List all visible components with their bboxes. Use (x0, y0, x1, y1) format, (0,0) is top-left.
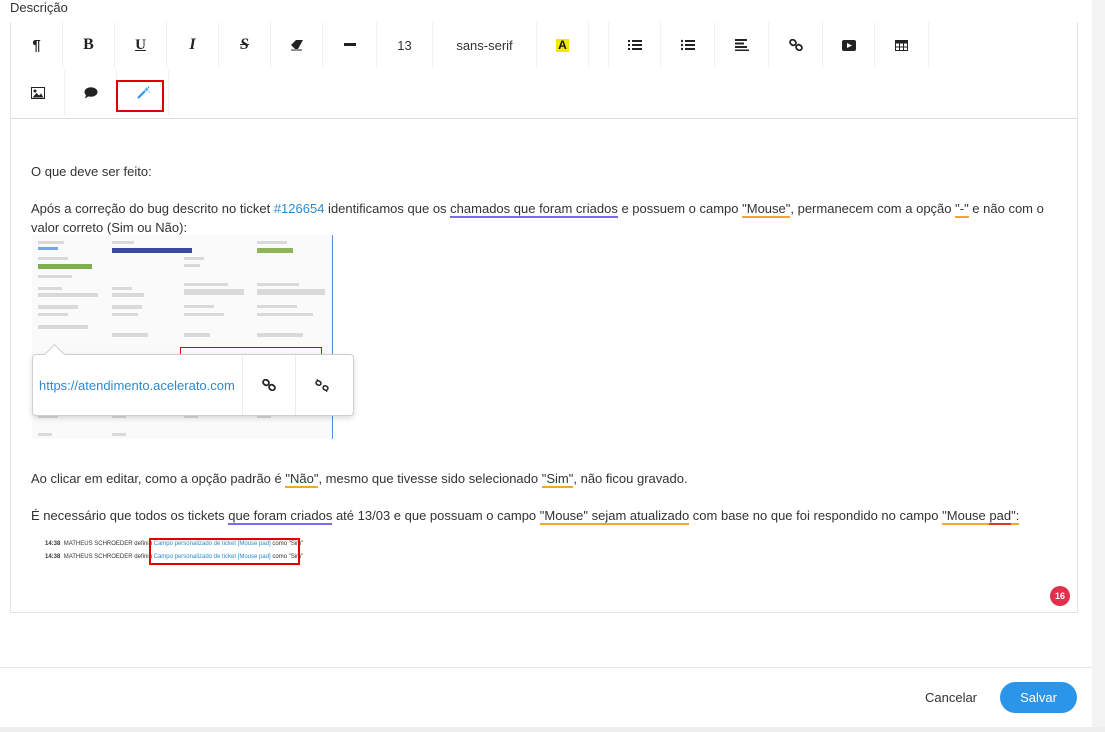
popover-edit-link-button[interactable] (242, 355, 295, 415)
strikethrough-button[interactable]: S (219, 22, 271, 68)
paragraph-1: O que deve ser feito: (31, 164, 152, 179)
table-icon (895, 39, 908, 51)
video-button[interactable] (823, 22, 875, 68)
paragraph-icon: ¶ (32, 36, 41, 54)
ticket-link[interactable]: #126654 (274, 201, 325, 216)
bold-button[interactable]: B (63, 22, 115, 68)
link-button[interactable] (769, 22, 823, 68)
italic-button[interactable]: I (167, 22, 219, 68)
cancel-button[interactable]: Cancelar (915, 682, 987, 712)
link-popover: https://atendimento.acelerato.com (32, 354, 354, 416)
bold-icon: B (83, 36, 94, 53)
horizontal-rule-icon (343, 43, 356, 46)
ordered-list-icon (627, 40, 642, 50)
comment-button[interactable] (65, 70, 117, 116)
align-left-icon (734, 39, 749, 51)
embedded-screenshot-2[interactable]: 14:38 MATHEUS SCHROEDER definiu Campo pe… (41, 534, 311, 568)
scrollbar[interactable] (1092, 0, 1105, 732)
highlight-annotation (149, 538, 300, 565)
unlink-icon (315, 378, 329, 392)
paragraph-3: Ao clicar em editar, como a opção padrão… (31, 471, 688, 488)
link-icon (788, 39, 803, 51)
eraser-button[interactable] (271, 22, 323, 68)
font-size-select[interactable]: 13 (377, 22, 433, 68)
video-icon (841, 39, 856, 51)
text-color-icon: A (556, 37, 569, 52)
table-button[interactable] (875, 22, 929, 68)
toolbar-row-1: ¶ B U I S 13 sans-serif A (11, 22, 929, 68)
field-label: Descrição (10, 0, 68, 15)
paragraph-button[interactable]: ¶ (11, 22, 63, 68)
image-button[interactable] (11, 70, 65, 116)
paragraph-2: Após a correção do bug descrito no ticke… (31, 201, 1044, 235)
save-button[interactable]: Salvar (1000, 682, 1077, 713)
eraser-icon (290, 40, 303, 51)
footer-strip (0, 727, 1105, 732)
link-icon (262, 379, 276, 391)
strikethrough-icon: S (240, 36, 249, 53)
underline-button[interactable]: U (115, 22, 167, 68)
horizontal-rule-button[interactable] (323, 22, 377, 68)
underline-icon: U (135, 36, 146, 53)
italic-icon: I (189, 36, 196, 53)
ordered-list-button[interactable] (609, 22, 661, 68)
highlight-annotation (116, 80, 164, 112)
unordered-list-icon (680, 39, 695, 51)
notification-badge: 16 (1050, 586, 1070, 606)
unordered-list-button[interactable] (661, 22, 715, 68)
rich-text-editor[interactable]: ¶ B U I S 13 sans-serif A O que deve ser… (10, 22, 1078, 613)
comment-icon (84, 87, 97, 99)
popover-unlink-button[interactable] (295, 355, 348, 415)
editor-toolbar: ¶ B U I S 13 sans-serif A (11, 22, 1077, 119)
text-color-button[interactable]: A (537, 22, 589, 68)
footer-divider (0, 667, 1092, 668)
paragraph-4: É necessário que todos os tickets que fo… (31, 508, 1020, 525)
image-icon (30, 87, 45, 99)
align-button[interactable] (715, 22, 769, 68)
font-family-select[interactable]: sans-serif (433, 22, 537, 68)
popover-url-link[interactable]: https://atendimento.acelerato.com (33, 378, 242, 393)
toolbar-spacer (589, 22, 609, 68)
